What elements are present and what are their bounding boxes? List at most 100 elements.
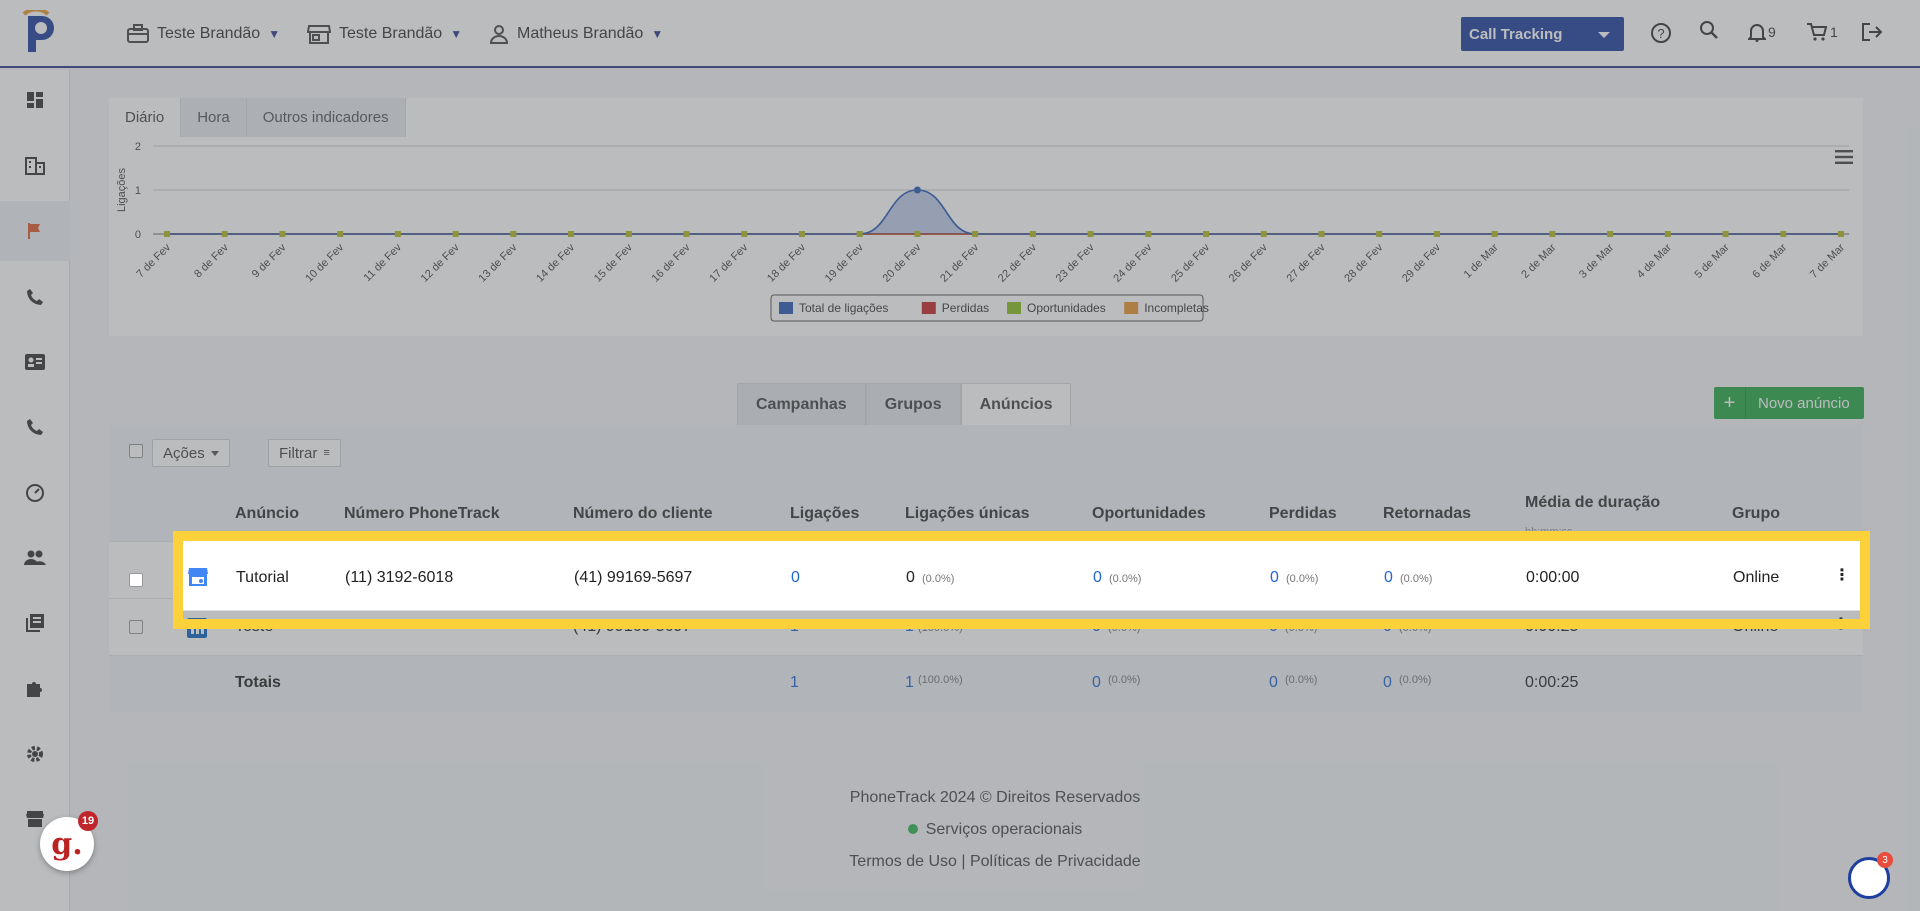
unique-calls-value[interactable]: 1	[905, 618, 914, 636]
sidebar-item-reports[interactable]	[0, 463, 70, 523]
totals-returned[interactable]: 0	[1383, 674, 1392, 692]
sidebar-item-calls[interactable]	[0, 267, 70, 327]
sidebar-item-campaigns[interactable]	[0, 201, 70, 261]
x-tick-label: 26 de Fev	[1227, 241, 1270, 284]
select-all-checkbox[interactable]	[129, 444, 143, 458]
ad-name[interactable]: Tutorial	[236, 569, 289, 587]
legend-entry: Incompletas	[1144, 301, 1209, 315]
x-tick-label: 8 de Fev	[192, 241, 231, 280]
calls-value[interactable]: 1	[790, 618, 799, 636]
series-marker	[1318, 231, 1325, 237]
x-tick-label: 6 de Mar	[1750, 241, 1789, 280]
x-tick-label: 27 de Fev	[1285, 241, 1328, 284]
lost-value[interactable]: 0	[1270, 569, 1279, 587]
table-row-highlighted[interactable]: Tutorial (11) 3192-6018 (41) 99169-5697 …	[181, 539, 1861, 611]
x-tick-label: 2 de Mar	[1519, 241, 1558, 280]
briefcase-icon	[127, 24, 149, 43]
sidebar-item-phones[interactable]	[0, 397, 70, 457]
col-ad[interactable]: Anúncio	[235, 505, 299, 523]
phonetrack-logo[interactable]	[20, 10, 60, 56]
totals-unique-calls[interactable]: 1	[905, 674, 914, 692]
col-opportunities[interactable]: Oportunidades	[1092, 505, 1206, 523]
notifications-count: 9	[1768, 24, 1776, 40]
returned-value[interactable]: 0	[1384, 569, 1393, 587]
status-text[interactable]: Serviços operacionais	[926, 821, 1083, 838]
tab-groups[interactable]: Grupos	[865, 383, 961, 425]
totals-lost[interactable]: 0	[1269, 674, 1278, 692]
series-marker	[1087, 231, 1094, 237]
client-number: (41) 99169-5697	[573, 618, 692, 635]
company-menu[interactable]: Teste Brandão ▼	[127, 0, 280, 68]
series-marker	[798, 231, 805, 237]
col-returned[interactable]: Retornadas	[1383, 505, 1471, 523]
sidebar-item-dashboard[interactable]	[0, 70, 70, 130]
calls-value[interactable]: 0	[791, 569, 800, 587]
search-icon[interactable]	[1699, 20, 1719, 40]
copyright: PhoneTrack 2024 © Direitos Reservados	[849, 789, 1141, 806]
row-checkbox[interactable]	[129, 573, 143, 587]
phone-icon	[27, 289, 43, 305]
totals-lost-pct: (0.0%)	[1285, 674, 1318, 686]
opportunities-value[interactable]: 0	[1093, 569, 1102, 587]
returned-value[interactable]: 0	[1383, 618, 1392, 636]
opportunities-value[interactable]: 0	[1092, 618, 1101, 636]
new-ad-button[interactable]: + Novo anúncio	[1714, 387, 1864, 419]
col-calls[interactable]: Ligações	[790, 505, 859, 523]
sidebar-item-settings[interactable]	[0, 724, 70, 784]
users-icon	[24, 550, 46, 565]
footer-links[interactable]: Termos de Uso | Políticas de Privacidade	[70, 846, 1920, 878]
lost-value[interactable]: 0	[1269, 618, 1278, 636]
x-tick-label: 10 de Fev	[303, 241, 346, 284]
product-select[interactable]: Call Tracking	[1461, 17, 1624, 51]
x-tick-label: 20 de Fev	[880, 241, 923, 284]
col-avg-duration[interactable]: Média de duração	[1525, 494, 1660, 512]
notifications-button[interactable]: 9	[1748, 22, 1776, 42]
col-lost[interactable]: Perdidas	[1269, 505, 1337, 523]
sidebar-item-library[interactable]	[0, 593, 70, 653]
x-tick-label: 16 de Fev	[650, 241, 693, 284]
tab-ads[interactable]: Anúncios	[960, 383, 1072, 425]
series-marker	[683, 231, 690, 237]
sidebar-item-companies[interactable]	[0, 136, 70, 196]
logout-icon[interactable]	[1861, 22, 1883, 42]
x-tick-label: 21 de Fev	[938, 241, 981, 284]
col-client-number[interactable]: Número do cliente	[573, 505, 713, 523]
sidebar-item-integrations[interactable]	[0, 659, 70, 719]
user-icon	[489, 25, 509, 44]
chat-button[interactable]: 3	[1848, 852, 1893, 899]
col-unique-calls[interactable]: Ligações únicas	[905, 505, 1030, 523]
totals-row: Totais 1 1 (100.0%) 0 (0.0%) 0 (0.0%) 0 …	[109, 655, 1863, 712]
row-menu-icon[interactable]: ⋮	[1834, 565, 1850, 585]
ad-name[interactable]: Teste	[235, 618, 273, 636]
store-menu[interactable]: Teste Brandão ▼	[307, 0, 462, 68]
x-tick-label: 1 de Mar	[1462, 241, 1501, 280]
sidebar-item-contacts[interactable]	[0, 332, 70, 392]
sidebar-item-users[interactable]	[0, 528, 70, 588]
series-marker	[1029, 231, 1036, 237]
row-checkbox[interactable]	[129, 620, 143, 634]
help-icon[interactable]: ?	[1650, 22, 1672, 44]
series-marker	[1722, 231, 1729, 237]
settings-icon	[27, 746, 43, 762]
series-marker	[1145, 231, 1152, 237]
filter-button[interactable]: Filtrar ≡	[268, 439, 341, 467]
building-icon	[25, 157, 45, 175]
filter-label: Filtrar	[279, 444, 318, 462]
x-tick-label: 14 de Fev	[534, 241, 577, 284]
col-phonetrack-number[interactable]: Número PhoneTrack	[344, 505, 500, 523]
col-group[interactable]: Grupo	[1732, 505, 1780, 523]
totals-calls[interactable]: 1	[790, 674, 799, 692]
cart-button[interactable]: 1	[1806, 22, 1838, 42]
actions-dropdown[interactable]: Ações	[152, 439, 230, 467]
tab-campaigns[interactable]: Campanhas	[737, 383, 866, 425]
totals-opportunities[interactable]: 0	[1092, 674, 1101, 692]
g-assistant-button[interactable]: g. 19	[40, 811, 98, 871]
col-avg-duration-unit: hh:mm:ss	[1525, 526, 1573, 538]
user-menu[interactable]: Matheus Brandão ▼	[489, 0, 663, 68]
table-toolbar: Ações Filtrar ≡	[109, 425, 1863, 483]
x-tick-label: 12 de Fev	[419, 241, 462, 284]
unique-calls-value[interactable]: 0	[906, 569, 915, 587]
row-menu-icon[interactable]: ⋮	[1833, 614, 1849, 634]
unique-calls-pct: (0.0%)	[922, 573, 955, 585]
company-menu-label: Teste Brandão	[157, 25, 261, 42]
